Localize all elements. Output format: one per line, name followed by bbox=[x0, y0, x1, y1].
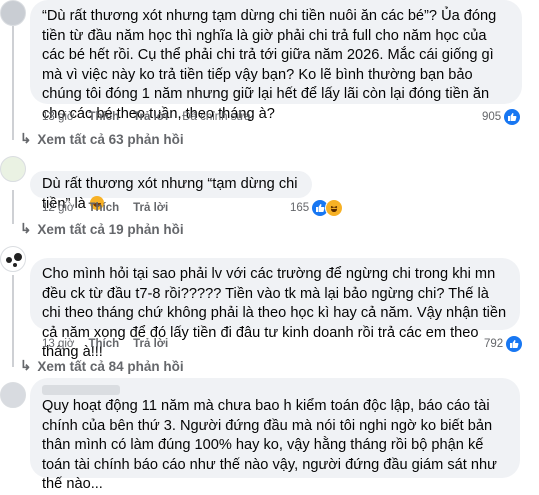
reaction-count: 905 bbox=[482, 111, 502, 123]
avatar[interactable] bbox=[0, 156, 26, 182]
comment-bubble: Cho mình hỏi tại sao phải lv với các trư… bbox=[30, 258, 520, 360]
view-replies-link[interactable]: ↳ Xem tất cả 19 phản hồi bbox=[20, 221, 184, 237]
edited-label: Đã chỉnh sửa bbox=[182, 111, 251, 123]
haha-icon bbox=[325, 199, 344, 217]
view-replies-link[interactable]: ↳ Xem tất cả 63 phản hồi bbox=[20, 131, 184, 147]
thread-line bbox=[12, 275, 14, 367]
view-replies-link[interactable]: ↳ Xem tất cả 84 phản hồi bbox=[20, 358, 184, 374]
reaction-summary[interactable]: 792 bbox=[484, 336, 523, 352]
avatar[interactable] bbox=[0, 246, 26, 272]
reaction-count: 165 bbox=[290, 202, 310, 214]
comment-actions: 13 giờ Thích Trả lời bbox=[42, 338, 168, 350]
reaction-count: 792 bbox=[484, 338, 504, 350]
reply-button[interactable]: Trả lời bbox=[133, 111, 168, 123]
view-replies-label: Xem tất cả 19 phản hồi bbox=[37, 221, 184, 237]
comment-bubble: Quy hoạt động 11 năm mà chưa bao h kiểm … bbox=[30, 378, 520, 492]
reaction-summary[interactable]: 905 bbox=[482, 109, 521, 125]
thread-line bbox=[12, 22, 14, 140]
reply-button[interactable]: Trả lời bbox=[133, 202, 168, 214]
reply-arrow-icon: ↳ bbox=[20, 131, 32, 146]
comment-text: Quy hoạt động 11 năm mà chưa bao h kiểm … bbox=[42, 398, 501, 493]
like-button[interactable]: Thích bbox=[88, 338, 119, 350]
comment-actions: 13 giờ Thích Trả lời Đã chỉnh sửa bbox=[42, 111, 251, 123]
thread-line bbox=[12, 190, 14, 224]
avatar[interactable] bbox=[0, 0, 26, 26]
avatar[interactable] bbox=[0, 382, 26, 408]
reply-button[interactable]: Trả lời bbox=[133, 338, 168, 350]
view-replies-label: Xem tất cả 63 phản hồi bbox=[37, 131, 184, 147]
comment-bubble: “Dù rất thương xót nhưng tạm dừng chi ti… bbox=[30, 0, 522, 122]
comment-time[interactable]: 13 giờ bbox=[42, 111, 74, 123]
comment-text: “Dù rất thương xót nhưng tạm dừng chi ti… bbox=[42, 8, 501, 122]
like-icon bbox=[504, 109, 521, 125]
comment-time[interactable]: 13 giờ bbox=[42, 338, 74, 350]
author-name-redacted[interactable] bbox=[42, 385, 120, 395]
like-button[interactable]: Thích bbox=[88, 202, 119, 214]
reaction-summary[interactable]: 165 bbox=[290, 199, 344, 217]
comment-bubble: Dù rất thương xót nhưng “tạm dừng chi ti… bbox=[30, 171, 312, 212]
comment-time[interactable]: 12 giờ bbox=[42, 202, 74, 214]
reply-arrow-icon: ↳ bbox=[20, 221, 32, 236]
like-button[interactable]: Thích bbox=[88, 111, 119, 123]
view-replies-label: Xem tất cả 84 phản hồi bbox=[37, 358, 184, 374]
reply-arrow-icon: ↳ bbox=[20, 358, 32, 373]
like-icon bbox=[506, 336, 523, 352]
comment-actions: 12 giờ Thích Trả lời bbox=[42, 202, 168, 214]
